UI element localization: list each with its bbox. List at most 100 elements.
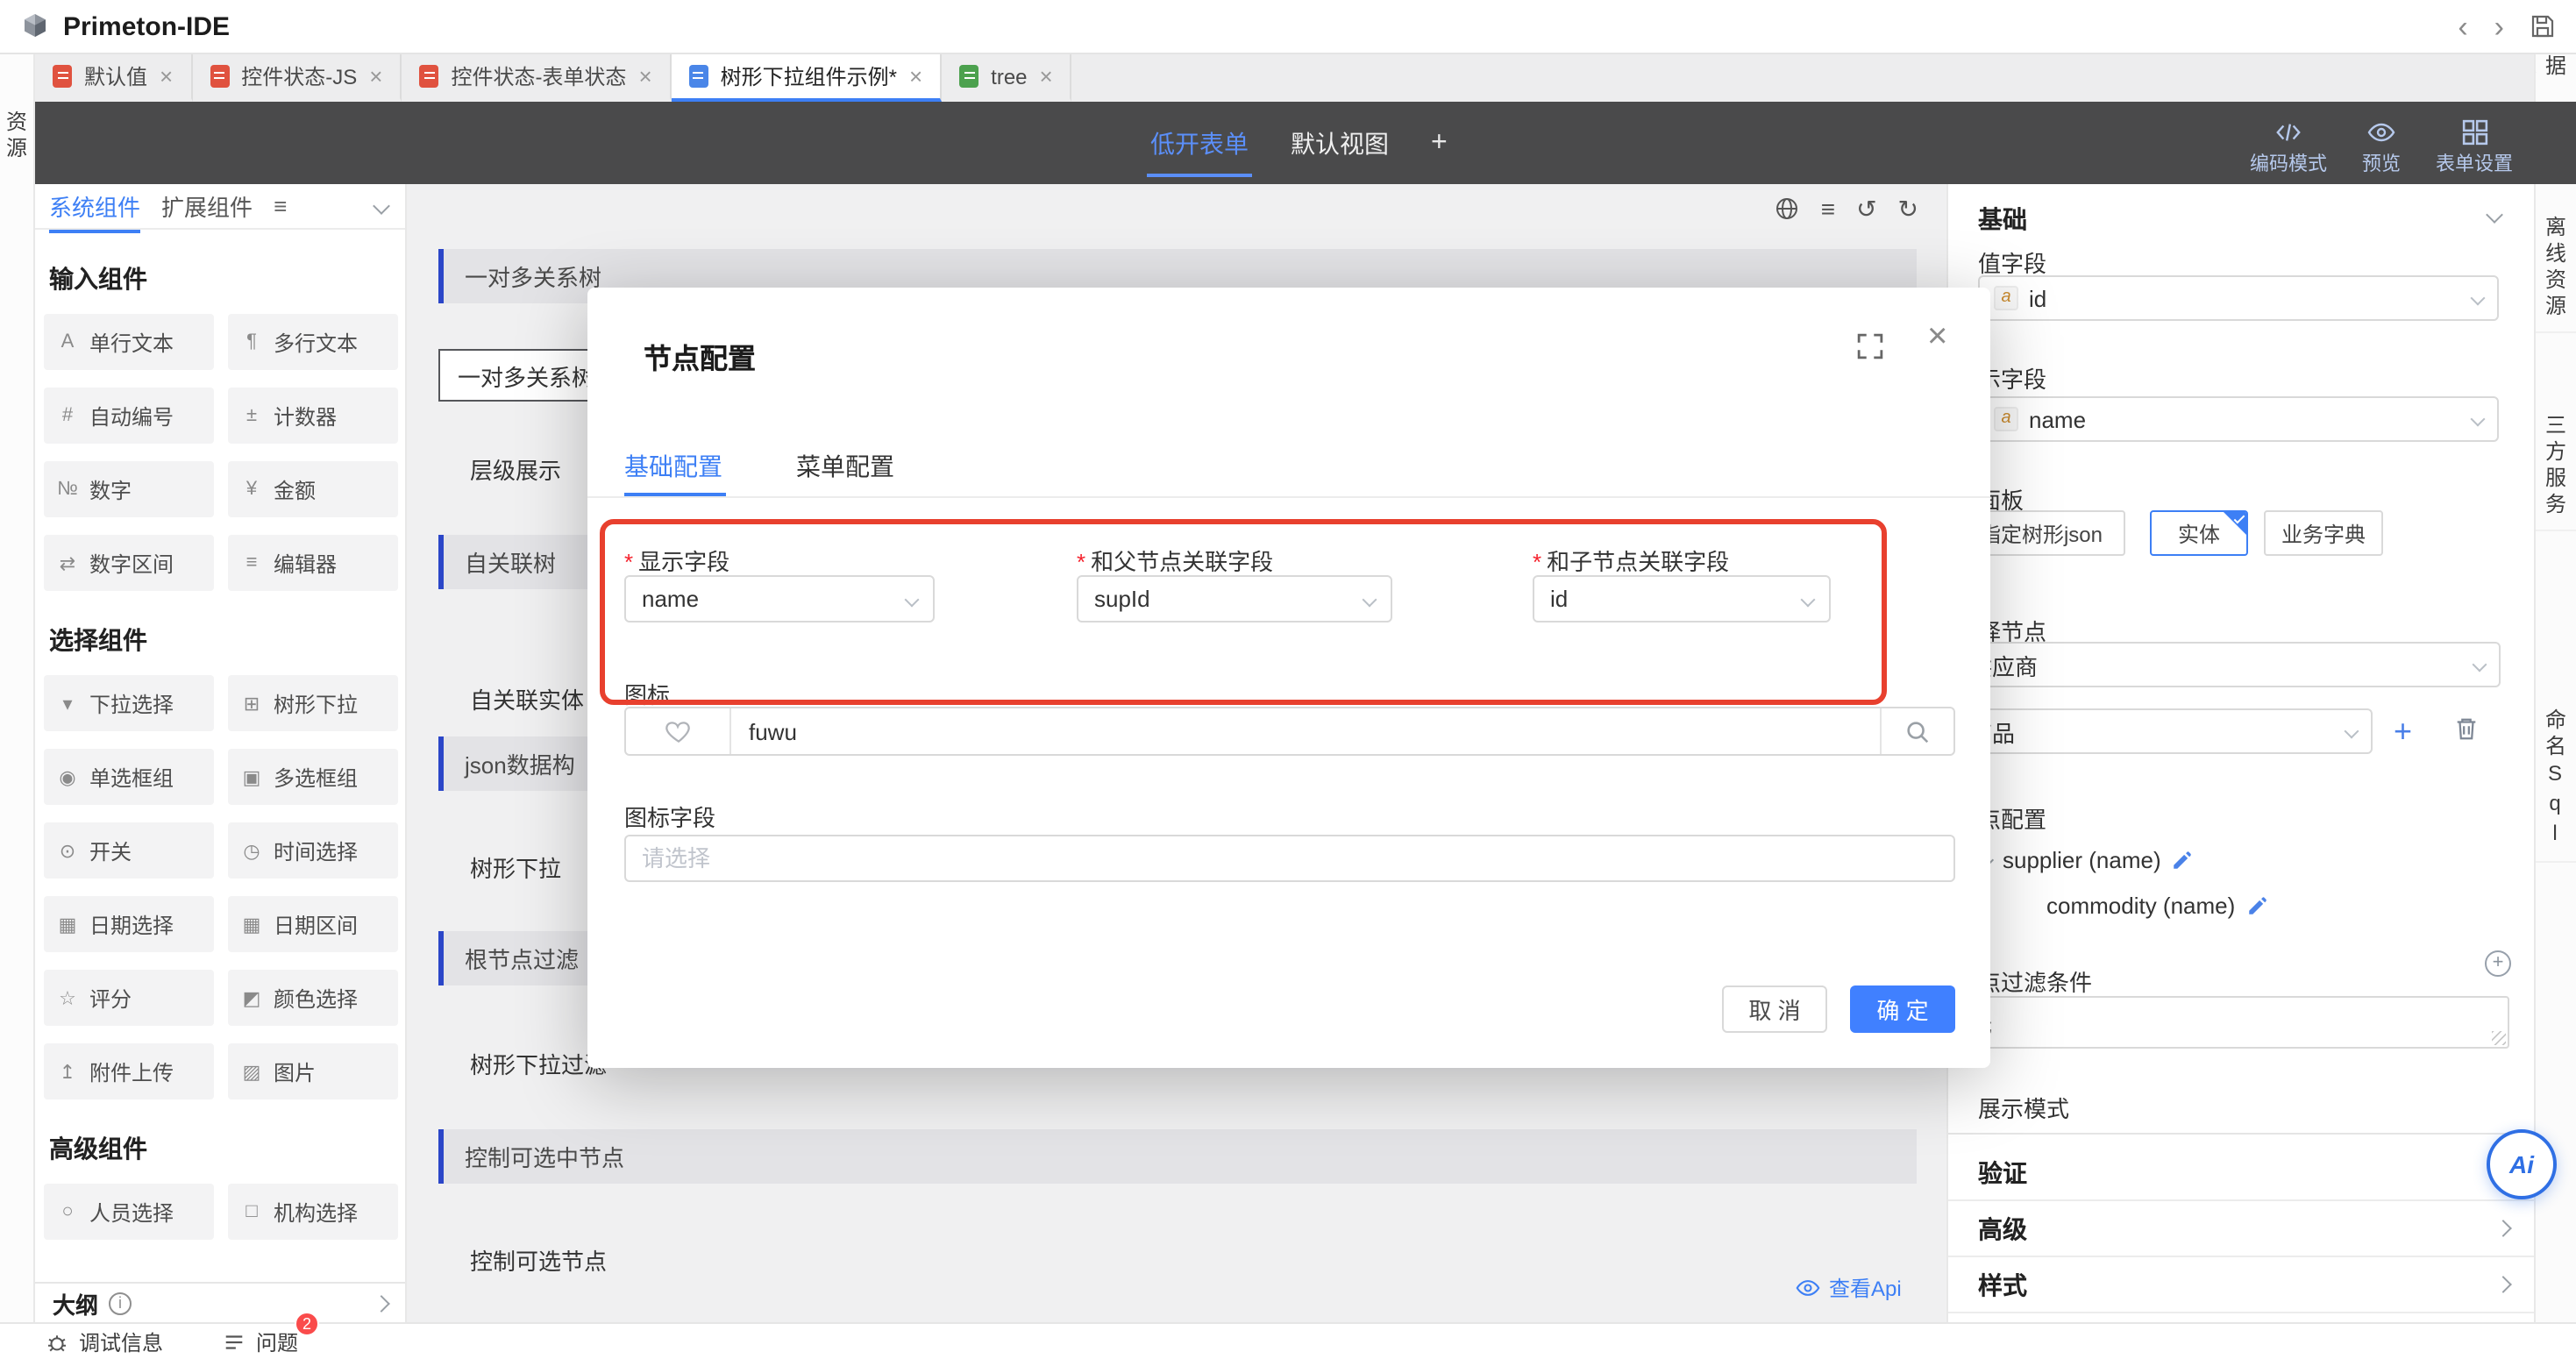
form-settings-button[interactable]: 表单设置	[2436, 119, 2513, 177]
info-icon[interactable]: i	[109, 1291, 132, 1314]
component-chip[interactable]: ▦日期选择	[44, 896, 214, 952]
debug-info-button[interactable]: 调试信息	[46, 1327, 163, 1356]
menu-icon[interactable]: ≡	[274, 195, 287, 217]
collapse-panel-icon[interactable]	[373, 197, 390, 215]
tab-system-components[interactable]: 系统组件	[49, 189, 140, 223]
component-chip[interactable]: ⊞树形下拉	[228, 675, 398, 731]
dialog-tab-basic[interactable]: 基础配置	[624, 449, 722, 484]
right-rail-item-third-party-services[interactable]: 三方服务	[2536, 403, 2576, 531]
heart-icon[interactable]	[626, 708, 731, 754]
canvas-field-label[interactable]: 树形下拉过滤	[470, 1047, 607, 1080]
component-chip[interactable]: ⇄数字区间	[44, 535, 214, 591]
child-node-field-select[interactable]: id	[1533, 575, 1831, 623]
section-validate[interactable]: 验证	[1948, 1145, 2534, 1201]
dialog-tab-menu[interactable]: 菜单配置	[796, 449, 894, 484]
outline-bar[interactable]: 大纲 i	[35, 1282, 405, 1322]
panel-option-entity[interactable]: 实体	[2150, 510, 2248, 556]
component-chip[interactable]: □机构选择	[228, 1184, 398, 1240]
right-rail-item-named-sql[interactable]: 命名Sql	[2536, 698, 2576, 863]
panel-option-dictionary[interactable]: 业务字典	[2264, 510, 2383, 556]
component-chip[interactable]: ◉单选框组	[44, 749, 214, 805]
component-chip[interactable]: #自动编号	[44, 388, 214, 444]
canvas-group-row[interactable]: 控制可选中节点	[438, 1129, 1917, 1184]
add-node-icon[interactable]: +	[2394, 715, 2412, 747]
edit-icon[interactable]	[2172, 849, 2195, 872]
section-basic[interactable]: 基础	[1978, 202, 2027, 237]
history-back-icon[interactable]: ‹	[2458, 11, 2467, 41]
component-chip[interactable]: ▦日期区间	[228, 896, 398, 952]
view-api-link[interactable]: 查看Api	[1796, 1273, 1902, 1303]
trash-icon[interactable]	[2453, 715, 2480, 742]
tab-extension-components[interactable]: 扩展组件	[161, 189, 253, 223]
component-chip[interactable]: ¥金额	[228, 461, 398, 517]
component-chip[interactable]: ▾下拉选择	[44, 675, 214, 731]
right-rail-item-offline-resources[interactable]: 离线资源	[2536, 205, 2576, 333]
close-tab-icon[interactable]: ×	[638, 65, 651, 88]
add-filter-icon[interactable]: +	[2485, 950, 2511, 977]
component-chip[interactable]: ☆评分	[44, 970, 214, 1026]
component-label: 日期选择	[89, 909, 174, 939]
component-chip[interactable]: ⊙开关	[44, 822, 214, 879]
editor-tab-tree-dropdown-example[interactable]: 树形下拉组件示例* ×	[672, 54, 943, 102]
node-tree-item[interactable]: supplier (name)	[1983, 847, 2195, 873]
close-tab-icon[interactable]: ×	[1040, 65, 1053, 88]
editor-tab-widget-state-js[interactable]: 控件状态-JS ×	[192, 54, 402, 102]
component-chip[interactable]: ±计数器	[228, 388, 398, 444]
globe-icon[interactable]	[1775, 196, 1800, 221]
close-tab-icon[interactable]: ×	[909, 65, 922, 88]
editor-tab-tree[interactable]: tree ×	[942, 54, 1072, 102]
save-icon[interactable]	[2530, 14, 2555, 39]
canvas-field-label[interactable]: 控制可选节点	[470, 1243, 607, 1277]
editor-tab-widget-state-form[interactable]: 控件状态-表单状态 ×	[402, 54, 671, 102]
cancel-button[interactable]: 取 消	[1722, 985, 1827, 1033]
close-dialog-icon[interactable]: ×	[1927, 319, 1947, 354]
component-chip[interactable]: A单行文本	[44, 314, 214, 370]
redo-icon[interactable]: ↻	[1898, 196, 1918, 221]
node-filter-value[interactable]: 无	[1953, 996, 2509, 1049]
value-field-select[interactable]: a id	[1978, 275, 2499, 321]
add-view-icon[interactable]: +	[1431, 127, 1448, 159]
node-child-select[interactable]: 商品	[1953, 708, 2373, 754]
component-chip[interactable]: ¶多行文本	[228, 314, 398, 370]
view-tab-lowcode-form[interactable]: 低开表单	[1150, 125, 1249, 160]
right-rail-item-datasource[interactable]: 数据源	[2534, 54, 2576, 102]
expand-outline-icon[interactable]	[373, 1294, 390, 1312]
close-tab-icon[interactable]: ×	[369, 65, 382, 88]
preview-button[interactable]: 预览	[2362, 119, 2401, 177]
component-chip[interactable]: ≡编辑器	[228, 535, 398, 591]
canvas-field-label[interactable]: 层级展示	[470, 452, 561, 486]
editor-tab-default-value[interactable]: 默认值 ×	[35, 54, 192, 102]
display-field-select[interactable]: a name	[1978, 396, 2499, 442]
canvas-field-label[interactable]: 自关联实体	[470, 682, 584, 715]
section-style[interactable]: 样式	[1948, 1257, 2534, 1313]
ok-button[interactable]: 确 定	[1850, 985, 1955, 1033]
parent-node-field-select[interactable]: supId	[1077, 575, 1392, 623]
component-chip[interactable]: ◩颜色选择	[228, 970, 398, 1026]
icon-field-select[interactable]	[624, 835, 1955, 882]
problems-button[interactable]: 问题 2	[223, 1327, 298, 1356]
edit-icon[interactable]	[2245, 894, 2268, 917]
component-chip[interactable]: ▨图片	[228, 1043, 398, 1099]
rail-item-resources[interactable]: 资源	[0, 110, 33, 163]
view-tab-default-view[interactable]: 默认视图	[1291, 125, 1389, 160]
canvas-field-label[interactable]: 树形下拉	[470, 850, 561, 884]
component-chip[interactable]: ◷时间选择	[228, 822, 398, 879]
component-chip[interactable]: ▣多选框组	[228, 749, 398, 805]
display-field-select[interactable]: name	[624, 575, 935, 623]
code-mode-button[interactable]: 编码模式	[2250, 119, 2327, 177]
component-chip[interactable]: №数字	[44, 461, 214, 517]
search-icon[interactable]	[1880, 708, 1953, 754]
history-forward-icon[interactable]: ›	[2494, 11, 2504, 41]
component-chip[interactable]: ↥附件上传	[44, 1043, 214, 1099]
component-chip[interactable]: ○人员选择	[44, 1184, 214, 1240]
node-entity-select[interactable]: 供应商	[1953, 642, 2501, 687]
icon-search-input[interactable]	[731, 708, 1880, 754]
chevron-down-icon[interactable]	[2486, 206, 2503, 224]
undo-icon[interactable]: ↺	[1856, 196, 1876, 221]
ai-assistant-button[interactable]: Ai	[2487, 1129, 2557, 1199]
fullscreen-icon[interactable]	[1857, 333, 1883, 359]
section-advanced[interactable]: 高级	[1948, 1201, 2534, 1257]
outline-list-icon[interactable]: ≡	[1821, 196, 1835, 221]
node-tree-item[interactable]: commodity (name)	[2046, 893, 2268, 919]
close-tab-icon[interactable]: ×	[160, 65, 173, 88]
